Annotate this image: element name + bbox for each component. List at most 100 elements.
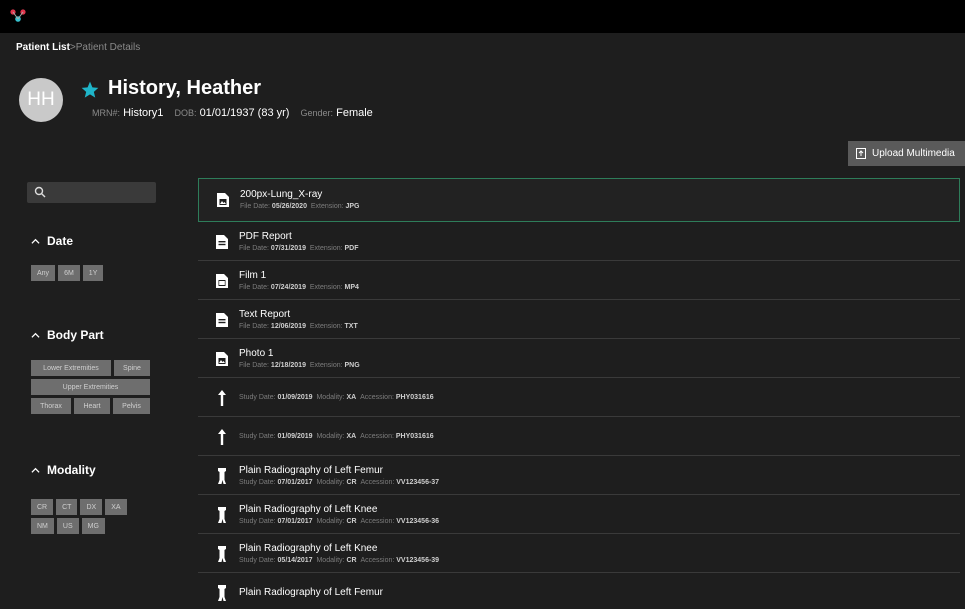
item-value: 07/01/2017 <box>277 478 313 486</box>
item-value: CR <box>346 478 357 486</box>
gender-label: Gender: <box>300 108 334 118</box>
list-item[interactable]: Film 1 File Date: 07/24/2019 Extension: M… <box>198 261 960 300</box>
list-item[interactable]: PDF Report File Date: 07/31/2019 Extensio… <box>198 222 960 261</box>
mrn-label: MRN#: <box>92 108 121 118</box>
upload-multimedia-button[interactable]: Upload Multimedia <box>848 141 965 166</box>
item-title: Photo 1 <box>239 347 274 359</box>
modality-chip-us[interactable]: US <box>56 518 79 534</box>
item-value: MP4 <box>344 283 359 291</box>
item-text: Plain Radiography of Left Knee Study Date… <box>239 542 439 566</box>
top-bar <box>0 0 965 33</box>
patient-header: HH History, Heather MRN#: History1 DOB: … <box>0 60 965 150</box>
item-label: Extension: <box>310 203 344 210</box>
body-chip-pelvis[interactable]: Pelvis <box>113 398 150 414</box>
item-details: Study Date: 07/01/2017 Modality: CR Acce… <box>239 516 439 527</box>
app-logo-icon[interactable] <box>10 9 26 23</box>
body-part-row-2: Upper Extremities <box>31 379 150 395</box>
modality-filter-title: Modality <box>47 463 96 477</box>
breadcrumb-patient-list[interactable]: Patient List <box>16 42 70 53</box>
item-details: File Date: 05/26/2020 Extension: JPG <box>240 201 360 212</box>
body-part-filter-header[interactable]: Body Part <box>31 328 104 342</box>
date-options: Any 6M 1Y <box>31 265 104 281</box>
item-value: PHY031616 <box>395 394 434 401</box>
item-value: PNG <box>344 361 360 369</box>
arm-study-icon <box>215 428 229 445</box>
item-label: File Date: <box>240 203 270 210</box>
avatar: HH <box>19 78 63 122</box>
date-filter-header[interactable]: Date <box>31 234 73 248</box>
document-file-icon <box>215 234 229 250</box>
modality-chip-nm[interactable]: NM <box>31 518 54 534</box>
item-details: Study Date: 07/01/2017 Modality: CR Acce… <box>239 477 439 488</box>
modality-chip-xa[interactable]: XA <box>105 499 127 515</box>
item-value: CR <box>346 556 357 564</box>
modality-chip-cr[interactable]: CR <box>31 499 54 515</box>
document-file-icon <box>215 312 229 328</box>
item-title: Plain Radiography of Left Femur <box>239 464 383 476</box>
item-value: CR <box>346 517 357 525</box>
item-value: XA <box>346 433 357 440</box>
modality-filter-header[interactable]: Modality <box>31 463 96 477</box>
item-title: Plain Radiography of Left Knee <box>239 542 378 554</box>
modality-chip-mg[interactable]: MG <box>81 518 105 534</box>
item-label: Accession: <box>360 433 394 440</box>
item-text: Film 1 File Date: 07/24/2019 Extension: M… <box>239 269 359 293</box>
upload-file-icon <box>856 148 866 159</box>
body-chip-spine[interactable]: Spine <box>114 360 150 376</box>
item-text: Study Date: 01/09/2019 Modality: XA Acce… <box>239 431 434 442</box>
date-chip-any[interactable]: Any <box>31 265 56 281</box>
list-item[interactable]: 200px-Lung_X-ray File Date: 05/26/2020 Ex… <box>198 178 960 222</box>
item-details: Study Date: 01/09/2019 Modality: XA Acce… <box>239 431 434 442</box>
list-item[interactable]: Study Date: 01/09/2019 Modality: XA Acce… <box>198 378 960 417</box>
date-filter-title: Date <box>47 234 74 248</box>
item-label: Study Date: <box>239 433 276 440</box>
date-chip-6m[interactable]: 6M <box>58 265 80 281</box>
body-chip-lower-extremities[interactable]: Lower Extremities <box>31 360 111 376</box>
item-label: File Date: <box>239 244 269 252</box>
item-text: Photo 1 File Date: 12/18/2019 Extension: … <box>239 347 360 371</box>
body-part-row-3: Thorax Heart Pelvis <box>31 398 150 414</box>
item-value: 12/06/2019 <box>270 322 306 330</box>
list-item[interactable]: Plain Radiography of Left Knee Study Date… <box>198 534 960 573</box>
item-label: Extension: <box>309 283 343 291</box>
body-chip-upper-extremities[interactable]: Upper Extremities <box>31 379 150 395</box>
body-chip-heart[interactable]: Heart <box>74 398 110 414</box>
item-details: Study Date: 05/14/2017 Modality: CR Acce… <box>239 555 439 566</box>
item-label: File Date: <box>239 361 269 369</box>
leg-study-icon <box>215 545 229 562</box>
item-label: Modality: <box>316 556 345 564</box>
list-item[interactable]: Plain Radiography of Left Femur <box>198 573 960 609</box>
chevron-up-icon <box>31 467 40 473</box>
item-value: 01/09/2019 <box>277 433 313 440</box>
item-label: Modality: <box>316 478 345 486</box>
item-title: Plain Radiography of Left Knee <box>239 503 378 515</box>
favorite-star-icon[interactable] <box>80 80 100 100</box>
list-item[interactable]: Plain Radiography of Left Femur Study Dat… <box>198 456 960 495</box>
image-file-icon <box>215 351 229 367</box>
filter-sidebar: Date Any 6M 1Y Body Part Lower Extremiti… <box>0 170 180 609</box>
chevron-up-icon <box>31 332 40 338</box>
item-details: Study Date: 01/09/2019 Modality: XA Acce… <box>239 392 434 403</box>
list-item[interactable]: Study Date: 01/09/2019 Modality: XA Acce… <box>198 417 960 456</box>
list-item[interactable]: Text Report File Date: 12/06/2019 Extensi… <box>198 300 960 339</box>
date-chip-1y[interactable]: 1Y <box>82 265 104 281</box>
item-label: Accession: <box>360 478 395 486</box>
patient-meta: MRN#: History1 DOB: 01/01/1937 (83 yr) G… <box>92 107 381 119</box>
item-value: PDF <box>344 244 359 252</box>
item-text: Study Date: 01/09/2019 Modality: XA Acce… <box>239 392 434 403</box>
modality-row-2: NM US MG <box>31 518 105 534</box>
item-details: File Date: 07/24/2019 Extension: MP4 <box>239 282 359 293</box>
body-chip-thorax[interactable]: Thorax <box>31 398 71 414</box>
leg-study-icon <box>215 584 229 601</box>
item-value: VV123456-36 <box>396 517 440 525</box>
item-title: Plain Radiography of Left Femur <box>239 587 383 598</box>
item-label: Accession: <box>360 517 395 525</box>
item-label: Modality: <box>316 517 345 525</box>
search-input[interactable] <box>27 182 156 203</box>
list-item[interactable]: Photo 1 File Date: 12/18/2019 Extension: … <box>198 339 960 378</box>
list-item[interactable]: Plain Radiography of Left Knee Study Date… <box>198 495 960 534</box>
dob-label: DOB: <box>174 108 197 118</box>
item-label: Study Date: <box>239 517 276 525</box>
modality-chip-ct[interactable]: CT <box>56 499 78 515</box>
modality-chip-dx[interactable]: DX <box>80 499 103 515</box>
